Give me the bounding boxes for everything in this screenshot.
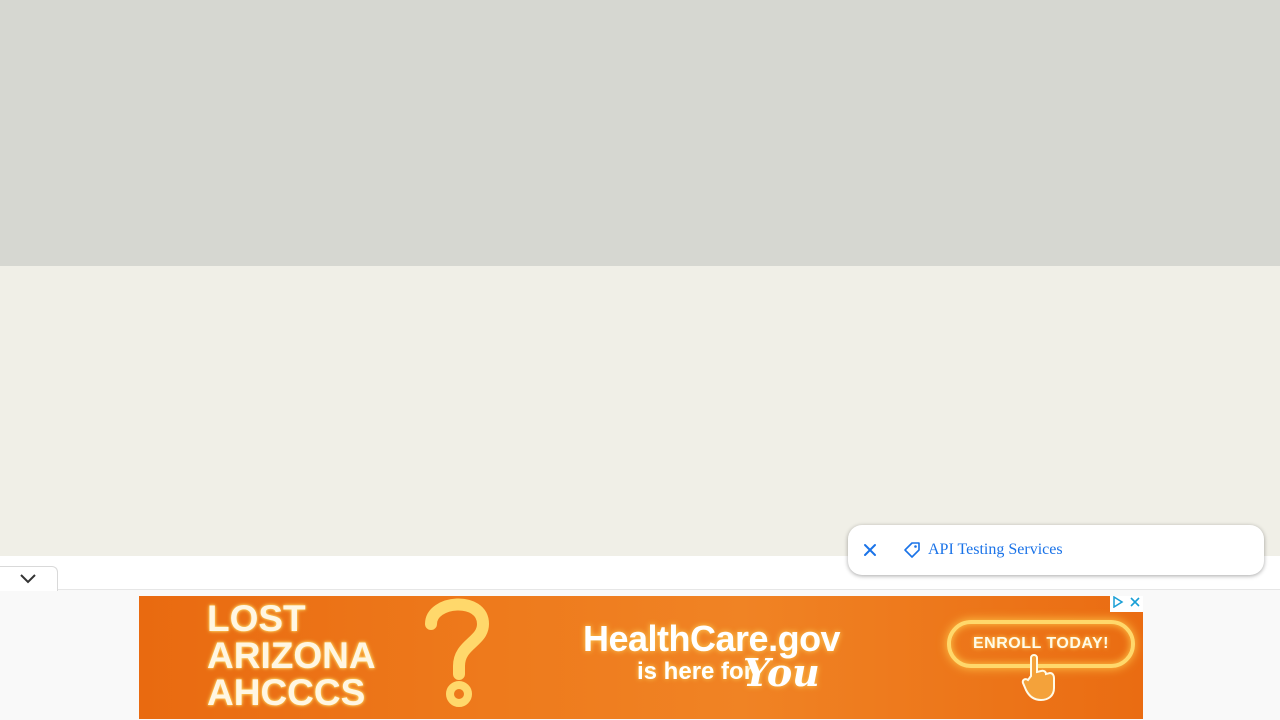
ad-banner[interactable]: LOST ARIZONA AHCCCS HealthCare.gov is he… [139,596,1143,719]
ad-headline-line: LOST [207,598,306,639]
close-icon[interactable] [860,540,880,560]
ad-headline: LOST ARIZONA AHCCCS [207,600,376,711]
search-suggestion-chip[interactable]: API Testing Services [848,525,1264,575]
ad-close-icon[interactable] [1129,596,1141,613]
suggestion-label[interactable]: API Testing Services [928,540,1063,560]
ad-tagline-emphasis: You [743,650,820,695]
ad-tagline: is here for [637,658,754,685]
question-mark-graphic [425,598,490,707]
pointer-hand-icon [1021,654,1055,702]
content-area [0,266,1280,556]
hero-image-placeholder [0,0,1280,266]
chevron-down-icon [20,574,36,584]
tag-icon [902,540,922,560]
adchoices-icon[interactable] [1112,596,1124,613]
ad-headline-line: AHCCCS [207,672,366,713]
ad-choices-bar [1110,596,1143,612]
collapse-ad-button[interactable] [0,566,58,591]
ad-headline-line: ARIZONA [207,635,376,676]
enroll-button-label: ENROLL TODAY! [973,635,1109,652]
